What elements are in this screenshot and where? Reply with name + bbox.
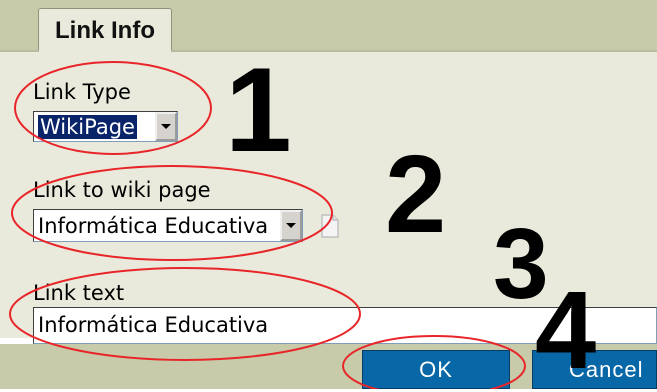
wiki-page-value: Informática Educativa xyxy=(38,213,269,238)
ok-button[interactable]: OK xyxy=(362,350,510,389)
wiki-page-select[interactable]: Informática Educativa xyxy=(33,209,303,242)
step-number-1: 1 xyxy=(225,43,292,177)
wiki-page-label: Link to wiki page xyxy=(33,178,211,202)
active-tab-joint xyxy=(39,50,171,52)
tab-link-info[interactable]: Link Info xyxy=(38,8,172,52)
link-type-label: Link Type xyxy=(33,80,131,104)
link-type-select[interactable]: WikiPage xyxy=(33,111,178,142)
step-number-4: 4 xyxy=(535,269,597,392)
link-text-label: Link text xyxy=(33,281,125,305)
new-page-icon[interactable] xyxy=(321,214,339,238)
link-type-value: WikiPage xyxy=(37,113,138,140)
step-number-2: 2 xyxy=(385,133,447,256)
tab-label: Link Info xyxy=(55,16,155,44)
chevron-down-icon[interactable] xyxy=(280,210,302,241)
chevron-down-icon[interactable] xyxy=(155,112,177,141)
